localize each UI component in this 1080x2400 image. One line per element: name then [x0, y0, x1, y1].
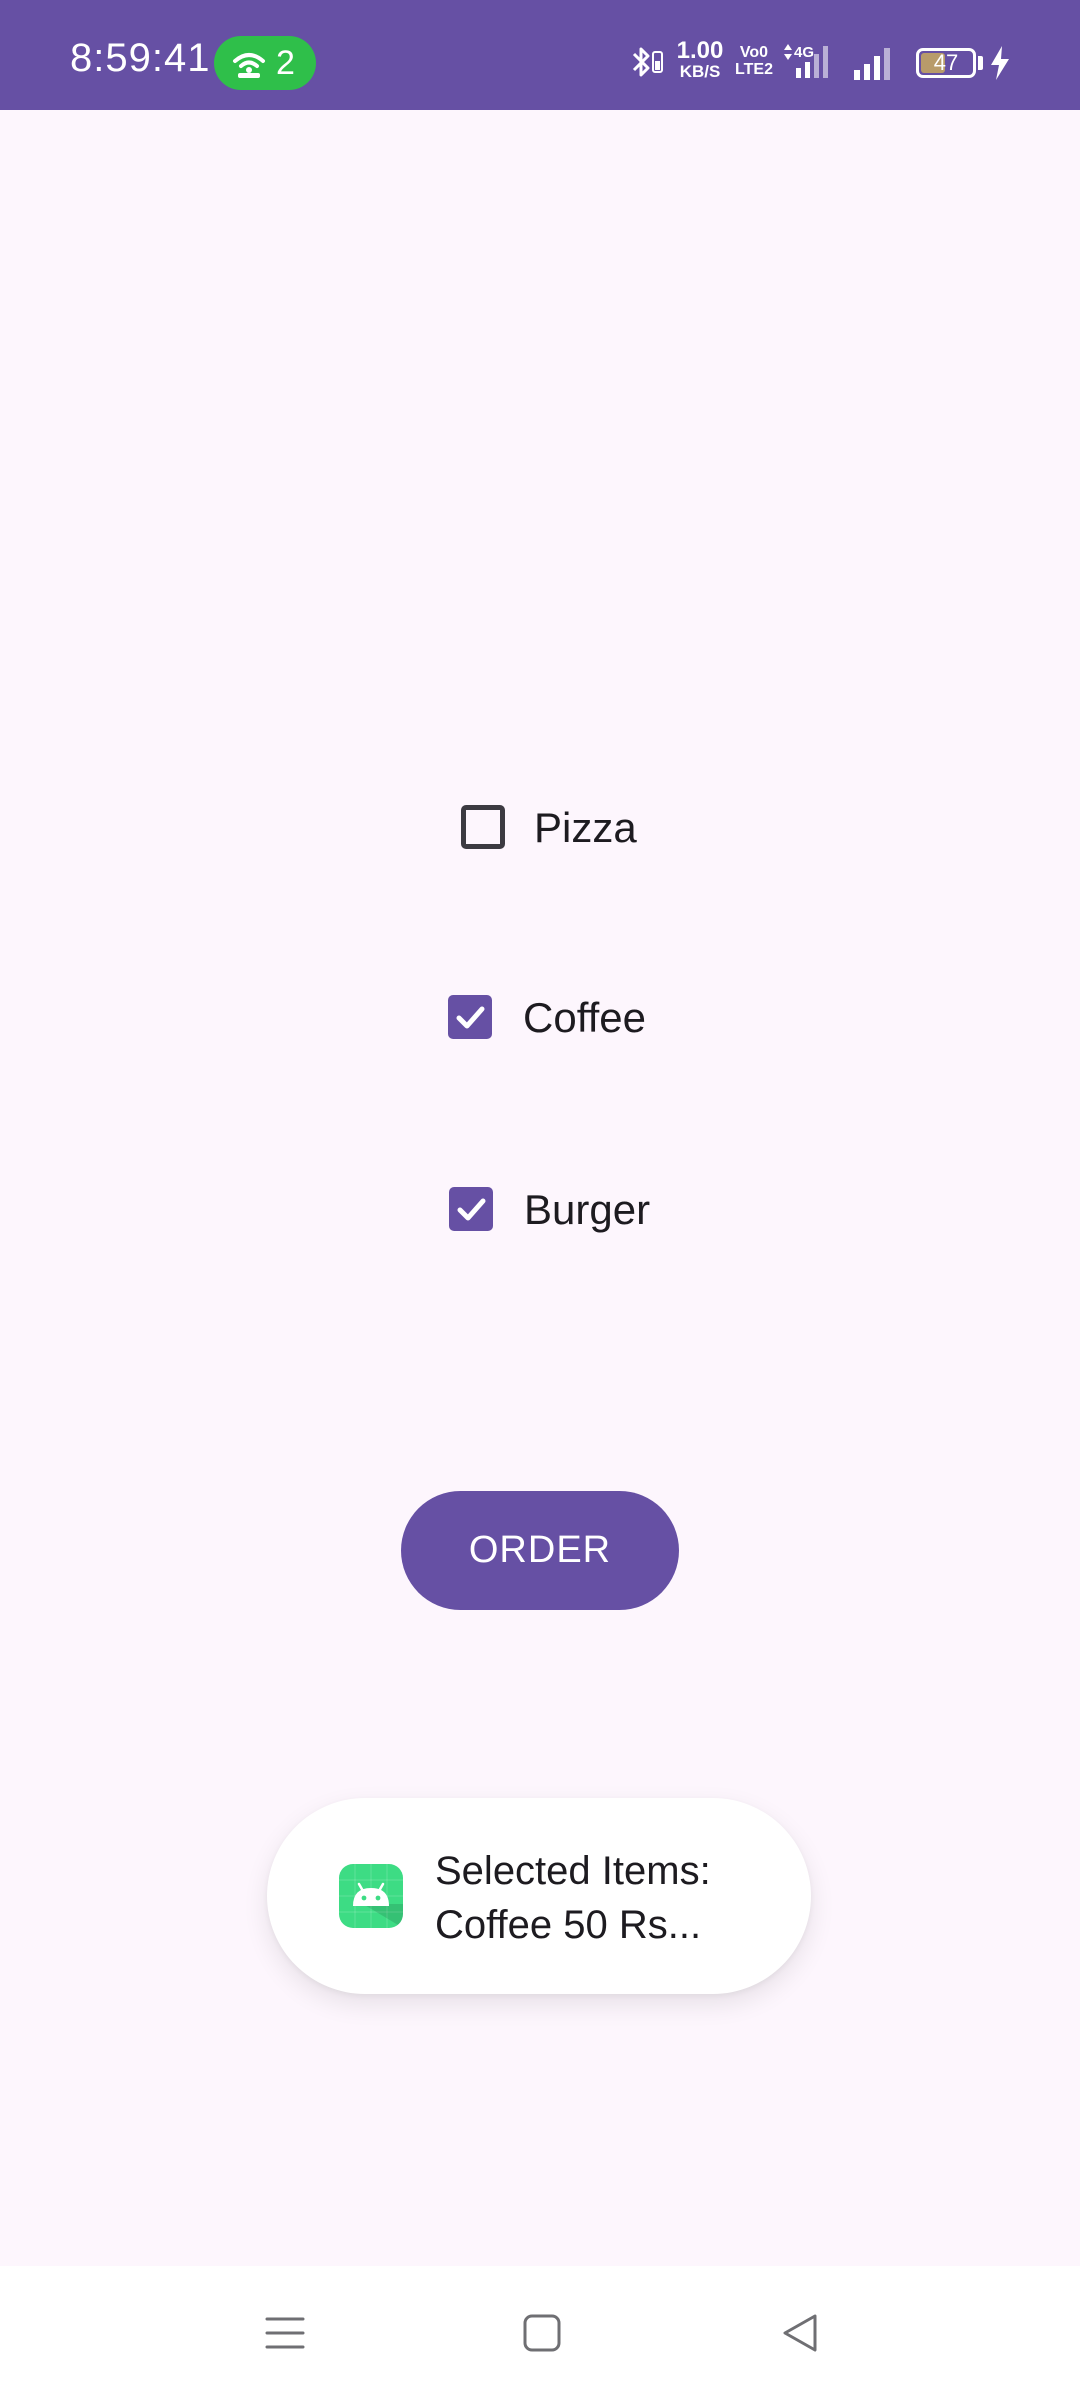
volte-line2: LTE2: [735, 61, 773, 78]
navigation-bar: [0, 2266, 1080, 2400]
hotspot-count: 2: [276, 44, 295, 82]
checkbox-checked-icon[interactable]: [448, 995, 492, 1039]
checkbox-burger[interactable]: Burger: [447, 1173, 667, 1245]
home-icon: [523, 2314, 561, 2352]
battery-tip: [978, 56, 983, 70]
checkbox-label: Burger: [524, 1186, 651, 1233]
signal-icon: [854, 48, 890, 80]
network-speed-value: 1.00: [676, 37, 724, 64]
hotspot-indicator[interactable]: 2: [214, 36, 316, 90]
charging-icon: [991, 46, 1009, 80]
back-button[interactable]: [720, 2266, 880, 2400]
android-icon: [339, 1864, 403, 1928]
checkbox-checked-icon[interactable]: [449, 1187, 493, 1231]
check-icon: [456, 1006, 485, 1029]
android-app-icon: [339, 1864, 403, 1928]
network-speed-unit: KB/S: [679, 62, 721, 81]
status-time: 8:59:41: [70, 36, 211, 80]
check-icon: [457, 1198, 486, 1221]
battery-level: 47: [933, 50, 959, 75]
checkbox-unchecked-icon[interactable]: [461, 805, 505, 849]
order-button[interactable]: ORDER: [401, 1491, 679, 1610]
bluetooth-icon: [632, 47, 663, 77]
volte-line1: Vo0: [739, 44, 769, 61]
back-icon: [783, 2314, 817, 2352]
status-bar: 8:59:41 2 1.00 KB/S Vo0 LTE2 4G 47: [0, 0, 1080, 110]
recents-button[interactable]: [205, 2266, 365, 2400]
checkbox-coffee[interactable]: Coffee: [446, 981, 666, 1053]
signal-icon: 4G: [784, 44, 828, 78]
volte-indicator: Vo0 LTE2: [734, 44, 774, 78]
hotspot-icon: [233, 53, 265, 78]
home-button[interactable]: [462, 2266, 622, 2400]
battery-indicator: 47: [916, 48, 976, 78]
checkbox-label: Coffee: [523, 994, 646, 1041]
toast-message: Selected Items: Coffee 50 Rs...: [267, 1798, 811, 1994]
checkbox-label: Pizza: [534, 804, 637, 851]
menu-icon: [265, 2317, 305, 2349]
checkbox-pizza[interactable]: Pizza: [458, 791, 658, 863]
network-type: 4G: [794, 44, 814, 61]
toast-text: Selected Items: Coffee 50 Rs...: [435, 1844, 775, 1952]
toast-line-1: Selected Items:: [435, 1849, 711, 1893]
network-speed: 1.00 KB/S: [672, 37, 728, 82]
toast-line-2: Coffee 50 Rs...: [435, 1903, 702, 1947]
